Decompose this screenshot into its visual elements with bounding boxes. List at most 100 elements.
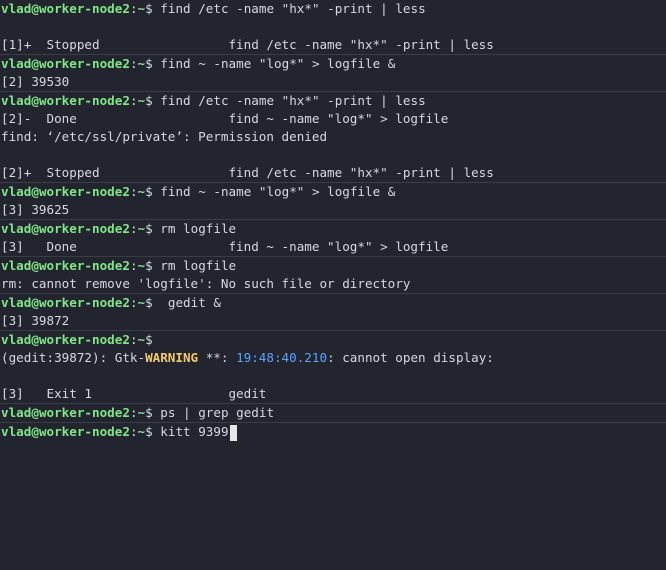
prompt-user: vlad — [1, 258, 32, 273]
prompt-colon: : — [129, 56, 138, 71]
command-text: gedit & — [152, 295, 221, 310]
prompt-line: vlad@worker-node2:~$ find ~ -name "log*"… — [1, 55, 666, 73]
prompt-host: worker-node2 — [38, 221, 130, 236]
command-text: rm logfile — [152, 221, 237, 236]
output-line: [3] 39872 — [1, 313, 70, 328]
prompt-line: vlad@worker-node2:~$ rm logfile — [1, 220, 666, 238]
prompt-line: vlad@worker-node2:~$ rm logfile — [1, 257, 666, 275]
prompt-line: vlad@worker-node2:~$ kitt 9399 — [1, 423, 666, 441]
command-text: find /etc -name "hx*" -print | less — [152, 1, 426, 16]
command-block: vlad@worker-node2:~$ rm logfile [3] Done … — [0, 219, 666, 256]
prompt-path: ~ — [137, 1, 146, 16]
prompt-path: ~ — [137, 424, 146, 439]
output-line: [3] 39625 — [1, 202, 70, 217]
prompt-at: @ — [31, 332, 39, 347]
prompt-host: worker-node2 — [38, 56, 130, 71]
command-block: vlad@worker-node2:~$ kitt 9399 — [0, 422, 666, 441]
prompt-at: @ — [31, 424, 39, 439]
prompt-host: worker-node2 — [38, 405, 130, 420]
prompt-path: ~ — [137, 56, 146, 71]
prompt-at: @ — [31, 93, 39, 108]
prompt-line: vlad@worker-node2:~$ gedit & — [1, 294, 666, 312]
prompt-at: @ — [31, 295, 39, 310]
prompt-colon: : — [129, 295, 138, 310]
prompt-colon: : — [129, 93, 138, 108]
prompt-symbol: $ — [145, 405, 153, 420]
terminal-cursor[interactable] — [229, 424, 237, 441]
prompt-colon: : — [129, 405, 138, 420]
prompt-host: worker-node2 — [38, 1, 130, 16]
prompt-user: vlad — [1, 424, 32, 439]
prompt-at: @ — [31, 1, 39, 16]
prompt-line: vlad@worker-node2:~$ ps | grep gedit — [1, 404, 666, 422]
command-text: rm logfile — [152, 258, 237, 273]
command-block: vlad@worker-node2:~$ find ~ -name "log*"… — [0, 54, 666, 91]
output-line: [3] Done find ~ -name "log*" > logfile — [1, 239, 449, 254]
prompt-at: @ — [31, 221, 39, 236]
output-line: rm: cannot remove 'logfile': No such fil… — [1, 276, 411, 291]
prompt-host: worker-node2 — [38, 424, 130, 439]
prompt-colon: : — [129, 332, 138, 347]
prompt-symbol: $ — [145, 184, 153, 199]
prompt-colon: : — [129, 424, 138, 439]
prompt-user: vlad — [1, 221, 32, 236]
prompt-symbol: $ — [145, 332, 153, 347]
prompt-colon: : — [129, 184, 138, 199]
prompt-colon: : — [129, 221, 138, 236]
prompt-user: vlad — [1, 332, 32, 347]
prompt-path: ~ — [137, 332, 146, 347]
prompt-host: worker-node2 — [38, 184, 130, 199]
warning-prefix: (gedit:39872): Gtk- — [1, 350, 146, 365]
warning-level: WARNING — [145, 350, 199, 365]
warning-line: (gedit:39872): Gtk-WARNING **: 19:48:40.… — [1, 349, 666, 367]
warning-timestamp: 19:48:40.210 — [236, 350, 328, 365]
command-block: vlad@worker-node2:~$ ps | grep gedit — [0, 403, 666, 422]
prompt-symbol: $ — [145, 424, 153, 439]
prompt-symbol: $ — [145, 93, 153, 108]
prompt-path: ~ — [137, 258, 146, 273]
command-block: vlad@worker-node2:~$ find ~ -name "log*"… — [0, 182, 666, 219]
prompt-at: @ — [31, 258, 39, 273]
output-line: [3] Exit 1 gedit — [1, 386, 267, 401]
command-block: vlad@worker-node2:~$ rm logfile rm: canno… — [0, 256, 666, 293]
output-line: [1]+ Stopped find /etc -name "hx*" -prin… — [1, 37, 494, 52]
prompt-line: vlad@worker-node2:~$ find ~ -name "log*"… — [1, 183, 666, 201]
prompt-line: vlad@worker-node2:~$ find /etc -name "hx… — [1, 0, 666, 18]
prompt-user: vlad — [1, 295, 32, 310]
output-line: [2] 39530 — [1, 74, 70, 89]
prompt-path: ~ — [137, 295, 146, 310]
prompt-symbol: $ — [145, 221, 153, 236]
output-line: [2]- Done find ~ -name "log*" > logfile — [1, 111, 449, 126]
prompt-path: ~ — [137, 184, 146, 199]
command-block: vlad@worker-node2:~$ (gedit:39872): Gtk-W… — [0, 330, 666, 403]
prompt-line: vlad@worker-node2:~$ find /etc -name "hx… — [1, 92, 666, 110]
prompt-colon: : — [129, 1, 138, 16]
prompt-colon: : — [129, 258, 138, 273]
output-line: find: ‘/etc/ssl/private’: Permission den… — [1, 129, 328, 144]
prompt-user: vlad — [1, 93, 32, 108]
command-text: find /etc -name "hx*" -print | less — [152, 93, 426, 108]
prompt-user: vlad — [1, 56, 32, 71]
prompt-path: ~ — [137, 93, 146, 108]
prompt-symbol: $ — [145, 56, 153, 71]
prompt-path: ~ — [137, 405, 146, 420]
command-block: vlad@worker-node2:~$ find /etc -name "hx… — [0, 0, 666, 54]
prompt-at: @ — [31, 405, 39, 420]
prompt-symbol: $ — [145, 295, 153, 310]
command-block: vlad@worker-node2:~$ gedit & [3] 39872 — [0, 293, 666, 330]
prompt-user: vlad — [1, 405, 32, 420]
terminal-window[interactable]: vlad@worker-node2:~$ find /etc -name "hx… — [0, 0, 666, 570]
warning-mid: **: — [198, 350, 237, 365]
prompt-line: vlad@worker-node2:~$ — [1, 331, 666, 349]
prompt-host: worker-node2 — [38, 295, 130, 310]
prompt-host: worker-node2 — [38, 93, 130, 108]
prompt-at: @ — [31, 56, 39, 71]
prompt-symbol: $ — [145, 258, 153, 273]
prompt-host: worker-node2 — [38, 332, 130, 347]
command-block: vlad@worker-node2:~$ find /etc -name "hx… — [0, 91, 666, 182]
prompt-host: worker-node2 — [38, 258, 130, 273]
command-text: ps | grep gedit — [152, 405, 275, 420]
